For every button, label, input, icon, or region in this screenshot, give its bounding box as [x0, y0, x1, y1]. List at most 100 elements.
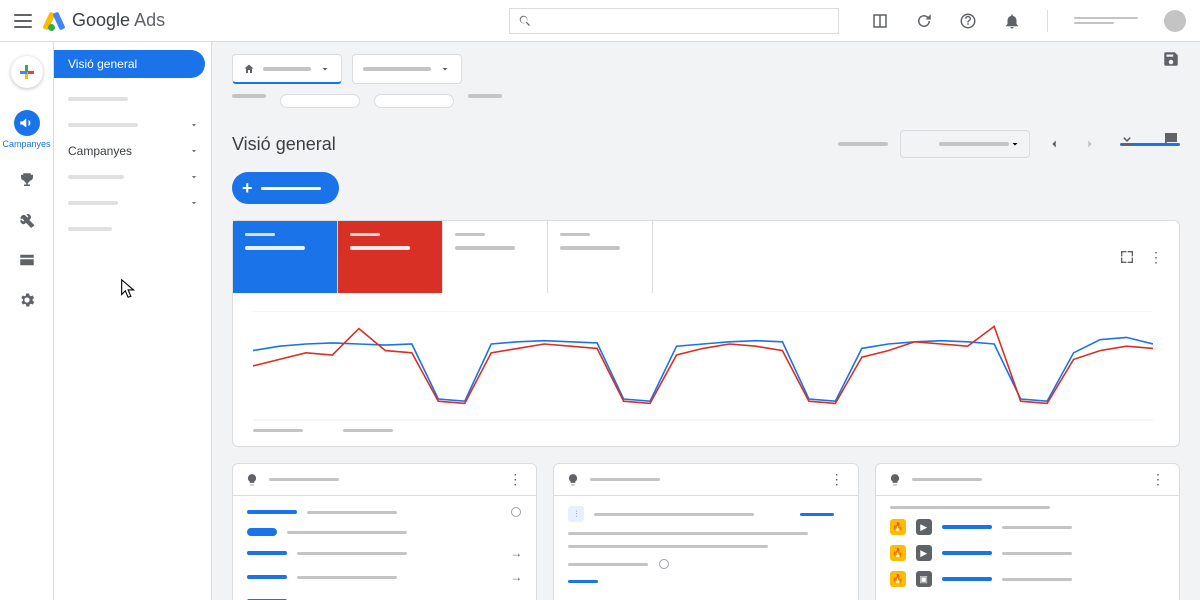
- chevron-down-icon: [189, 172, 199, 182]
- date-label: [838, 142, 888, 146]
- chip[interactable]: [280, 94, 360, 108]
- new-campaign-button[interactable]: +: [232, 172, 339, 204]
- bulb-icon: [566, 473, 580, 487]
- create-button[interactable]: [11, 56, 43, 88]
- account-summary[interactable]: [1074, 17, 1138, 24]
- scope-selectors: [232, 54, 1180, 84]
- status-pill[interactable]: [790, 506, 844, 522]
- next-period-button[interactable]: [1078, 132, 1102, 156]
- product-name: Google Ads: [72, 10, 165, 31]
- date-range-selector[interactable]: [900, 130, 1030, 158]
- gear-icon: [18, 291, 36, 309]
- metric-tab-2[interactable]: [338, 221, 443, 293]
- arrow-right-icon[interactable]: →: [510, 570, 522, 584]
- sidebar-item[interactable]: [54, 86, 211, 112]
- account-selector[interactable]: [232, 54, 342, 84]
- performance-chart-card: ⋮: [232, 220, 1180, 447]
- top-bar: Google Ads: [0, 0, 1200, 42]
- campaign-selector[interactable]: [352, 54, 462, 84]
- metric-tabs: ⋮: [233, 221, 1179, 293]
- chip[interactable]: [232, 94, 266, 98]
- sidebar-section-campaigns[interactable]: Campanyes: [54, 138, 211, 164]
- product-logo[interactable]: Google Ads: [46, 10, 165, 31]
- sidebar-active-label: Visió general: [68, 57, 137, 71]
- more-menu-icon[interactable]: ⋮: [1149, 249, 1165, 266]
- arrow-right-icon[interactable]: →: [510, 546, 522, 560]
- line-chart: [253, 311, 1153, 421]
- sidebar-item[interactable]: [54, 112, 211, 138]
- chevron-down-icon: [189, 146, 199, 156]
- chart-legend: [253, 429, 1159, 432]
- sidebar-item-overview[interactable]: Visió general: [54, 50, 205, 78]
- bulb-icon: [245, 473, 259, 487]
- chevron-down-icon: [189, 120, 199, 130]
- sidebar-item[interactable]: [54, 190, 211, 216]
- ads-logo-icon: [46, 11, 66, 31]
- home-icon: [243, 63, 255, 75]
- rail-item-campaigns[interactable]: Campanyes: [2, 110, 50, 149]
- search-input[interactable]: [509, 8, 839, 34]
- save-icon[interactable]: [1162, 50, 1180, 68]
- avatar[interactable]: [1164, 10, 1186, 32]
- sidebar-item[interactable]: [54, 216, 211, 242]
- rail-item-admin[interactable]: [18, 291, 36, 309]
- fire-icon: 🔥: [890, 519, 906, 535]
- insight-card-1: ⋮ → → →: [232, 463, 537, 600]
- chart-icon: ⫶: [568, 506, 584, 522]
- page-title: Visió general: [232, 134, 336, 155]
- plus-icon: +: [242, 178, 253, 199]
- main-content: Visió general + ⋮: [212, 42, 1200, 600]
- chip[interactable]: [374, 94, 454, 108]
- rail-item-billing[interactable]: [18, 251, 36, 269]
- card-icon: [18, 251, 36, 269]
- trophy-icon: [18, 171, 36, 189]
- metric-tab-4[interactable]: [548, 221, 653, 293]
- tools-icon: [18, 211, 36, 229]
- page-tools: [1118, 130, 1180, 148]
- caret-down-icon: [1009, 138, 1021, 150]
- insight-cards: ⋮ → → → ⋮ ⫶ ⋮: [232, 463, 1180, 600]
- rail-label: Campanyes: [2, 139, 50, 149]
- sidebar: Visió general Campanyes: [54, 42, 212, 600]
- more-menu-icon[interactable]: ⋮: [1151, 471, 1167, 488]
- arrow-right-icon[interactable]: →: [510, 594, 522, 600]
- metric-tab-1[interactable]: [233, 221, 338, 293]
- search-icon: [518, 14, 532, 28]
- separator: [1047, 10, 1048, 32]
- sidebar-item[interactable]: [54, 164, 211, 190]
- menu-icon[interactable]: [14, 14, 32, 28]
- help-icon[interactable]: [959, 12, 977, 30]
- help-icon[interactable]: [510, 506, 522, 518]
- chevron-down-icon: [189, 198, 199, 208]
- help-icon[interactable]: [658, 558, 670, 570]
- fire-icon: 🔥: [890, 571, 906, 587]
- chip[interactable]: [468, 94, 502, 98]
- topbar-actions: [871, 10, 1186, 32]
- caret-down-icon: [319, 63, 331, 75]
- insight-card-2: ⋮ ⫶: [553, 463, 858, 600]
- megaphone-icon: [14, 110, 40, 136]
- metric-tab-3[interactable]: [443, 221, 548, 293]
- rail-item-goals[interactable]: [18, 171, 36, 189]
- filter-chip-row: [232, 94, 1180, 108]
- refresh-icon[interactable]: [915, 12, 933, 30]
- page-header: Visió general: [232, 130, 1180, 158]
- rail-item-tools[interactable]: [18, 211, 36, 229]
- caret-down-icon: [439, 63, 451, 75]
- download-icon[interactable]: [1118, 130, 1136, 148]
- notifications-icon[interactable]: [1003, 12, 1021, 30]
- image-icon: ▣: [916, 571, 932, 587]
- bulb-icon: [888, 473, 902, 487]
- reports-icon[interactable]: [871, 12, 889, 30]
- video-icon: ▶: [916, 519, 932, 535]
- insight-card-3: ⋮ 🔥▶ 🔥▶ 🔥▣: [875, 463, 1180, 600]
- icon-rail: Campanyes: [0, 42, 54, 600]
- feedback-icon[interactable]: [1162, 130, 1180, 148]
- prev-period-button[interactable]: [1042, 132, 1066, 156]
- sidebar-section-label: Campanyes: [68, 144, 132, 158]
- more-menu-icon[interactable]: ⋮: [830, 471, 846, 488]
- more-menu-icon[interactable]: ⋮: [508, 471, 524, 488]
- fire-icon: 🔥: [890, 545, 906, 561]
- cursor-icon: [118, 278, 140, 300]
- expand-chart-icon[interactable]: [1119, 249, 1135, 265]
